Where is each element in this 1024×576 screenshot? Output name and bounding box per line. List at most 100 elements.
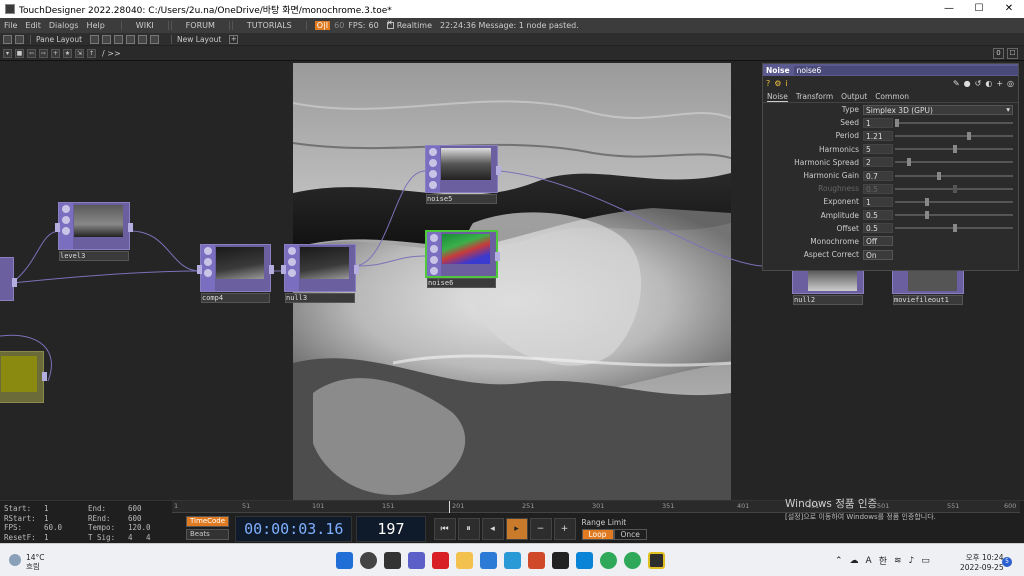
- add-icon[interactable]: +: [51, 48, 60, 58]
- add-layout-button[interactable]: +: [229, 34, 239, 44]
- offset-slider[interactable]: [895, 224, 1013, 233]
- chrome-profile-icon[interactable]: [624, 552, 641, 569]
- target-icon[interactable]: ◎: [1007, 79, 1014, 88]
- language-indicator[interactable]: A: [866, 556, 872, 566]
- aspect-correct-toggle[interactable]: On: [863, 249, 893, 260]
- up-icon[interactable]: ↑: [87, 48, 96, 58]
- layout-6-icon[interactable]: [150, 34, 160, 44]
- mail-icon[interactable]: [504, 552, 521, 569]
- back-icon[interactable]: ⇦: [27, 48, 36, 58]
- menu-file[interactable]: File: [0, 21, 21, 30]
- layout-1-icon[interactable]: [90, 34, 100, 44]
- playhead[interactable]: [449, 501, 450, 513]
- office-icon[interactable]: [528, 552, 545, 569]
- period-slider[interactable]: [895, 131, 1013, 140]
- ms-store-icon[interactable]: [576, 552, 593, 569]
- node-input-port[interactable]: [55, 223, 60, 232]
- search-icon[interactable]: [360, 552, 377, 569]
- node-noise5[interactable]: noise5: [425, 145, 501, 204]
- start-value[interactable]: 1: [44, 504, 84, 514]
- period-field[interactable]: 1.21: [863, 130, 893, 141]
- harmonics-slider[interactable]: [895, 145, 1013, 154]
- maximize-button[interactable]: ☐: [964, 0, 994, 18]
- menu-dialogs[interactable]: Dialogs: [45, 21, 83, 30]
- tsig-den[interactable]: 4: [146, 533, 151, 543]
- menu-help[interactable]: Help: [83, 21, 109, 30]
- node-comp4[interactable]: comp4: [197, 244, 274, 303]
- weather-widget[interactable]: 14°C 흐림: [26, 553, 45, 571]
- play-button[interactable]: ▸: [505, 518, 528, 540]
- node-output-port[interactable]: [128, 223, 133, 232]
- pin-icon[interactable]: ⇲: [75, 48, 84, 58]
- node-null3[interactable]: null3: [281, 244, 359, 303]
- forward-icon[interactable]: ⇨: [39, 48, 48, 58]
- edge-icon[interactable]: [480, 552, 497, 569]
- node-noise6[interactable]: noise6: [425, 230, 500, 288]
- new-layout-tab[interactable]: New Layout: [171, 34, 226, 44]
- harmonic-spread-slider[interactable]: [895, 158, 1013, 167]
- node-input-port[interactable]: [281, 265, 286, 274]
- reset-icon[interactable]: ↺: [975, 79, 982, 88]
- tab-noise[interactable]: Noise: [767, 92, 788, 102]
- realtime-checkbox[interactable]: [386, 19, 394, 29]
- harmonic-gain-field[interactable]: 0.7: [863, 170, 893, 181]
- harmonic-spread-field[interactable]: 2: [863, 157, 893, 168]
- language-icon[interactable]: ◐: [985, 79, 992, 88]
- exponent-field[interactable]: 1: [863, 196, 893, 207]
- cloud-sync-icon[interactable]: ☁: [850, 556, 859, 566]
- layout-2-icon[interactable]: [102, 34, 112, 44]
- tab-transform[interactable]: Transform: [796, 92, 833, 101]
- harmonic-gain-slider[interactable]: [895, 171, 1013, 180]
- battery-icon[interactable]: ▭: [921, 556, 930, 566]
- star-icon[interactable]: ★: [63, 48, 72, 58]
- node-output-port[interactable]: [354, 265, 359, 274]
- timecode-button[interactable]: TimeCode: [186, 516, 230, 527]
- loop-button[interactable]: Loop: [581, 529, 614, 540]
- network-path[interactable]: / >>: [102, 49, 121, 58]
- exponent-slider[interactable]: [895, 197, 1013, 206]
- node-input-port[interactable]: [197, 265, 202, 274]
- node-output-port[interactable]: [269, 265, 274, 274]
- chrome-icon[interactable]: [600, 552, 617, 569]
- ime-indicator[interactable]: 한: [879, 554, 887, 567]
- menu-arrow-icon[interactable]: ▾: [3, 48, 12, 58]
- touchdesigner-icon[interactable]: [648, 552, 665, 569]
- wifi-icon[interactable]: ≋: [894, 556, 902, 566]
- tab-common[interactable]: Common: [875, 92, 909, 101]
- amplitude-field[interactable]: 0.5: [863, 210, 893, 221]
- wiki-button[interactable]: WIKI: [120, 21, 169, 30]
- seed-slider[interactable]: [895, 118, 1013, 127]
- rend-value[interactable]: 600: [128, 514, 142, 524]
- help-icon[interactable]: ?: [766, 79, 770, 88]
- node-output-port[interactable]: [12, 278, 17, 287]
- menu-edit[interactable]: Edit: [21, 21, 45, 30]
- pause-button[interactable]: ⏸: [457, 518, 480, 540]
- seed-field[interactable]: 1: [863, 117, 893, 128]
- node-output-port[interactable]: [496, 166, 501, 175]
- fps-value[interactable]: 60.0: [44, 523, 84, 533]
- python-icon[interactable]: ⚙: [774, 79, 781, 88]
- type-menu[interactable]: Simplex 3D (GPU): [863, 104, 1013, 115]
- volume-icon[interactable]: ♪: [909, 556, 915, 566]
- comment-icon[interactable]: ●: [964, 79, 971, 88]
- edit-icon[interactable]: ✎: [953, 79, 960, 88]
- notion-icon[interactable]: [552, 552, 569, 569]
- tsig-num[interactable]: 4: [128, 533, 142, 543]
- frame-display[interactable]: 197: [356, 516, 426, 542]
- once-button[interactable]: Once: [613, 529, 647, 540]
- node-output-port[interactable]: [495, 252, 500, 261]
- add-param-icon[interactable]: +: [996, 79, 1003, 88]
- step-back-button[interactable]: ◂: [481, 518, 504, 540]
- info-icon[interactable]: i: [785, 79, 787, 88]
- notification-badge[interactable]: 5: [1002, 557, 1012, 567]
- timecode-display[interactable]: 00:00:03.16: [235, 516, 353, 542]
- layout-3-icon[interactable]: [114, 34, 124, 44]
- rewind-button[interactable]: ⏮: [433, 518, 456, 540]
- pane-anchor-icon[interactable]: [15, 34, 24, 44]
- rstart-value[interactable]: 1: [44, 514, 84, 524]
- layout-4-icon[interactable]: [126, 34, 136, 44]
- teams-icon[interactable]: [408, 552, 425, 569]
- tutorials-button[interactable]: TUTORIALS: [231, 21, 307, 30]
- step-minus-button[interactable]: −: [529, 518, 552, 540]
- close-button[interactable]: ✕: [994, 0, 1024, 18]
